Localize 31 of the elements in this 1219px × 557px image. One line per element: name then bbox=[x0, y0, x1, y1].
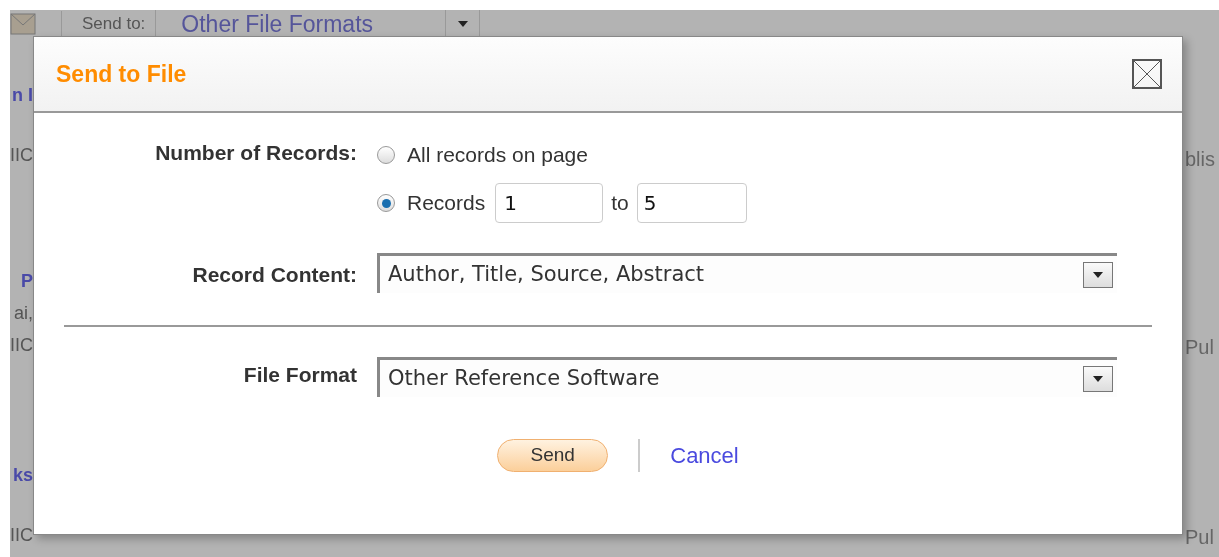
close-icon[interactable] bbox=[1132, 59, 1162, 89]
radio-label: Records bbox=[407, 190, 486, 217]
send-to-label: Send to: bbox=[82, 13, 146, 36]
field-label: Record Content: bbox=[191, 262, 357, 288]
result-text-fragment: blis bbox=[1185, 147, 1215, 172]
cancel-link[interactable]: Cancel bbox=[670, 439, 739, 472]
record-to-field[interactable]: 5 bbox=[636, 183, 747, 223]
record-from-field[interactable]: 1 bbox=[495, 183, 604, 223]
result-text-fragment: Pul bbox=[1185, 335, 1214, 360]
result-text-fragment: IIC bbox=[10, 144, 33, 167]
result-text-fragment: IIC bbox=[10, 524, 33, 547]
radio-label: All records on page bbox=[407, 142, 588, 169]
send-button[interactable]: Send bbox=[497, 439, 609, 472]
result-link-fragment[interactable]: P bbox=[21, 268, 33, 295]
to-label: to bbox=[611, 190, 629, 217]
file-format-select[interactable]: Other Reference Software bbox=[377, 357, 1117, 397]
record-content-select[interactable]: Author, Title, Source, Abstract bbox=[377, 253, 1117, 293]
result-text-fragment: ai, bbox=[14, 302, 33, 325]
radio-button[interactable] bbox=[377, 146, 395, 164]
caret-icon bbox=[1093, 271, 1103, 278]
caret-icon bbox=[457, 21, 468, 27]
result-link-fragment[interactable]: ks bbox=[12, 462, 33, 489]
result-text-fragment: IIC bbox=[10, 334, 33, 357]
field-label: Number of Records: bbox=[154, 140, 357, 166]
field-label: File Format bbox=[242, 362, 357, 388]
envelope-icon bbox=[10, 13, 36, 35]
dialog-title: Send to File bbox=[56, 59, 187, 89]
result-link-fragment[interactable]: n I bbox=[12, 82, 33, 109]
result-text-fragment: Pul bbox=[1185, 525, 1214, 550]
radio-button[interactable] bbox=[377, 194, 395, 212]
caret-icon bbox=[1093, 375, 1103, 382]
